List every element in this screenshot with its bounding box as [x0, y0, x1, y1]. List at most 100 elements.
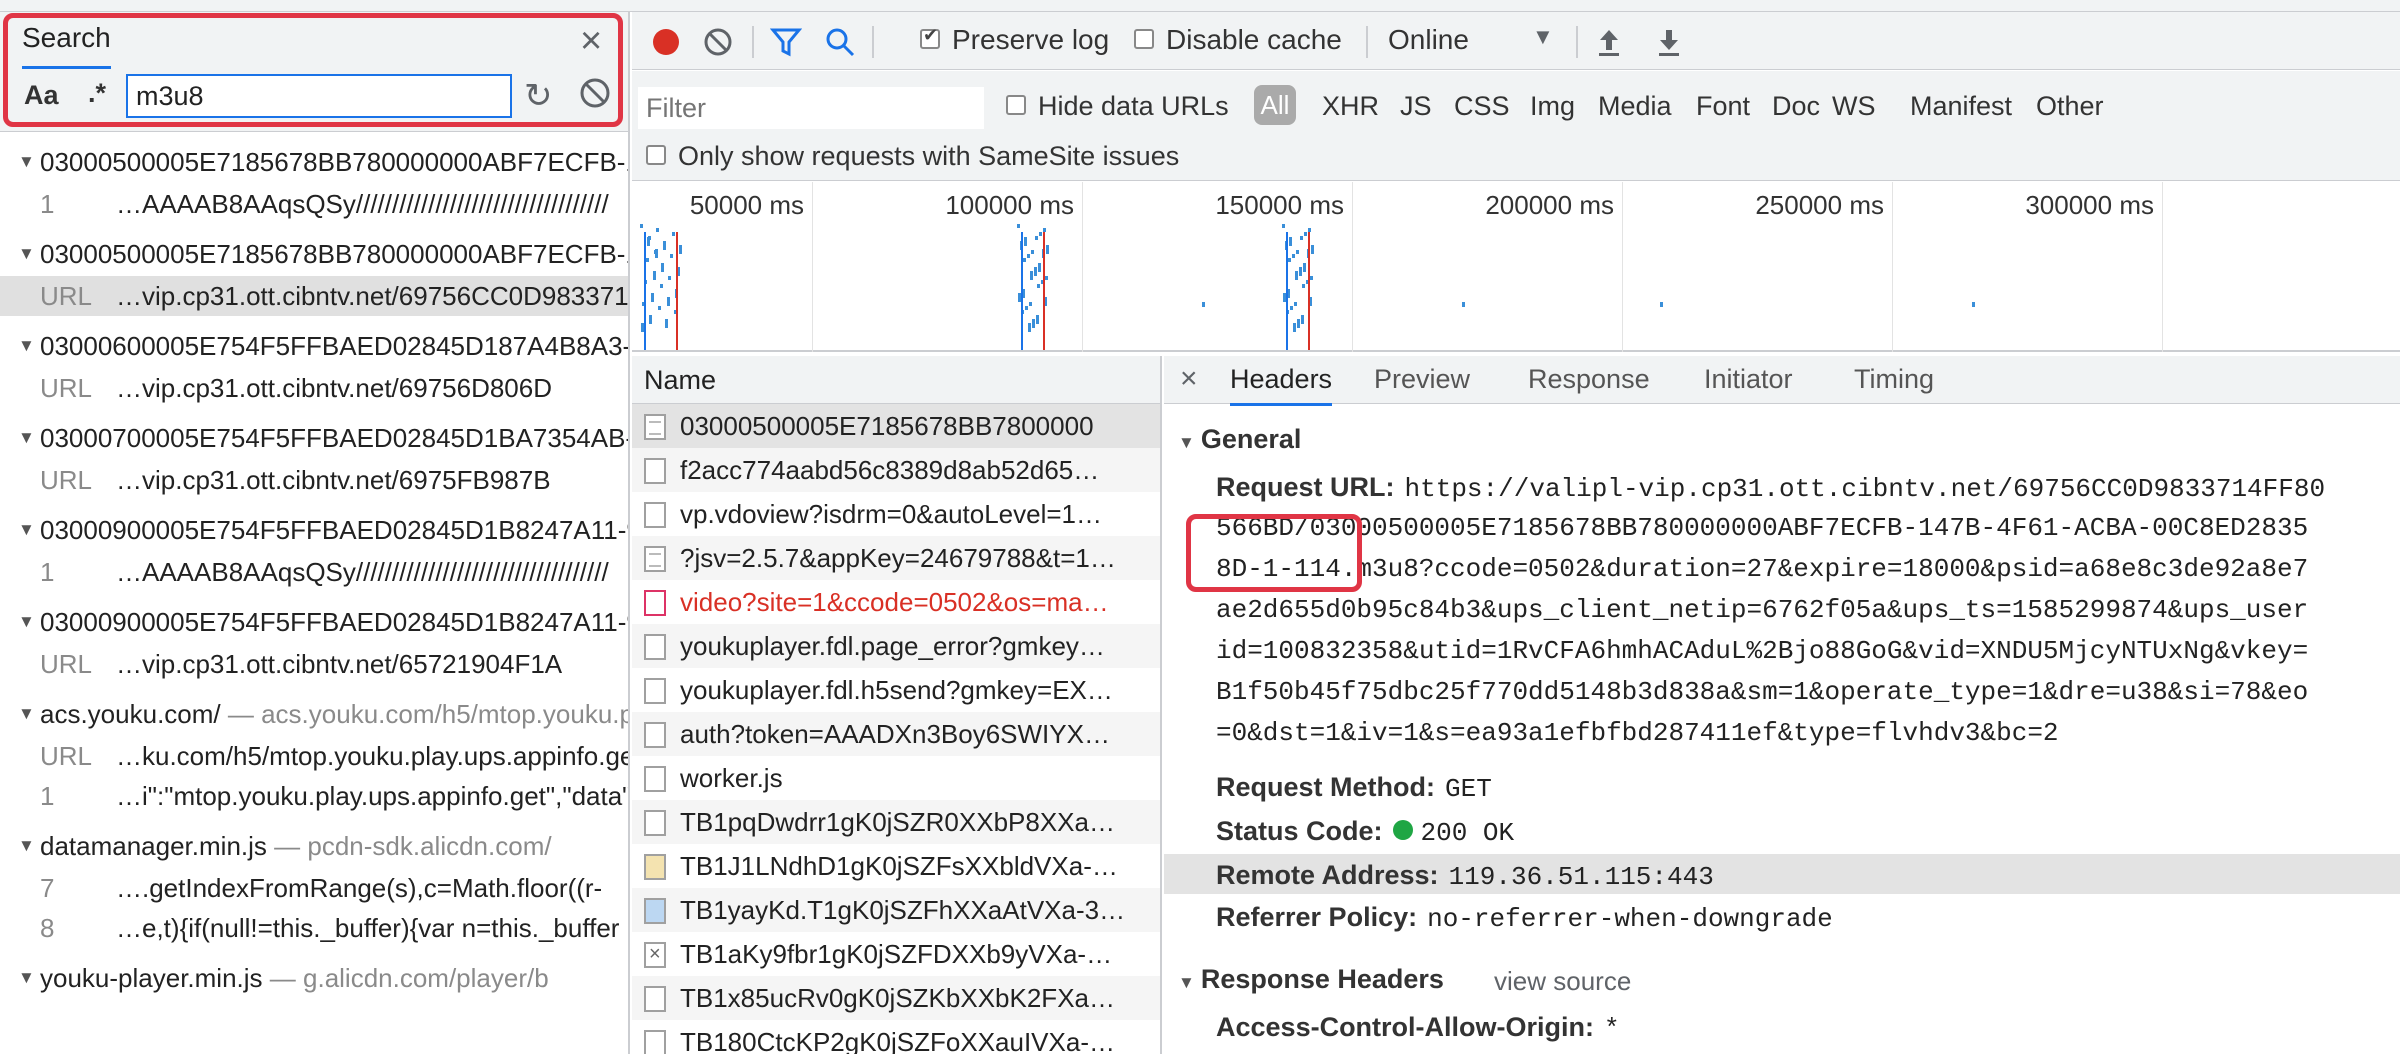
search-result-match[interactable]: URL …vip.cp31.ott.cibntv.net/69756D806D	[0, 368, 628, 408]
clear-log-icon[interactable]	[702, 26, 734, 58]
timeline-dcl-marker	[1021, 232, 1023, 350]
request-row[interactable]: auth?token=AAADXn3Boy6SWIYX…	[632, 712, 1160, 756]
request-row[interactable]: TB1pqDwdrr1gK0jSZR0XXbP8XXa…	[632, 800, 1160, 844]
tab-initiator[interactable]: Initiator	[1704, 364, 1793, 395]
type-filter-doc[interactable]: Doc	[1772, 91, 1820, 122]
request-row[interactable]: youkuplayer.fdl.page_error?gmkey…	[632, 624, 1160, 668]
view-source-link[interactable]: view source	[1494, 966, 1631, 997]
request-row[interactable]: TB1yayKd.T1gK0jSZFhXXaAtVXa-3…	[632, 888, 1160, 932]
triangle-down-icon: ▼	[18, 968, 35, 987]
status-code-value: 200 OK	[1420, 818, 1515, 848]
search-result-file[interactable]: ▼ 03000500005E7185678BB780000000ABF7ECFB-…	[0, 232, 628, 276]
search-result-file[interactable]: ▼ 03000900005E754F5FFBAED02845D1B8247A11-…	[0, 508, 630, 552]
search-result-match[interactable]: URL …vip.cp31.ott.cibntv.net/65721904F1A	[0, 644, 628, 684]
filter-input[interactable]	[638, 87, 984, 129]
request-row[interactable]: TB1x85ucRv0gK0jSZKbXXbK2FXa…	[632, 976, 1160, 1020]
samesite-checkbox[interactable]: Only show requests with SameSite issues	[646, 141, 1179, 172]
search-result-file[interactable]: ▼ 03000700005E754F5FFBAED02845D1BA7354AB-…	[0, 416, 628, 460]
toolbar-divider	[872, 26, 874, 58]
type-filter-css[interactable]: CSS	[1454, 91, 1510, 122]
response-headers-section-header[interactable]: ▼ Response Headers	[1178, 964, 1444, 995]
tab-response[interactable]: Response	[1528, 364, 1650, 395]
search-icon[interactable]	[824, 26, 856, 58]
timeline-activity-mark	[1659, 302, 1663, 307]
search-result-match[interactable]: 1 …i":"mtop.youku.play.ups.appinfo.get","…	[0, 776, 628, 816]
type-filter-all[interactable]: All	[1254, 85, 1296, 125]
type-filter-font[interactable]: Font	[1696, 91, 1750, 122]
request-row[interactable]: TB1J1LNdhD1gK0jSZFsXXbldVXa-…	[632, 844, 1160, 888]
triangle-down-icon: ▼	[18, 612, 35, 631]
record-icon[interactable]	[650, 26, 682, 58]
result-file-name: 03000600005E754F5FFBAED02845D187A4B8A3-7…	[40, 331, 630, 361]
request-name: youkuplayer.fdl.page_error?gmkey…	[680, 631, 1105, 661]
request-name: 03000500005E7185678BB7800000	[680, 411, 1094, 441]
timeline-activity-mark	[1035, 236, 1038, 240]
chevron-down-icon[interactable]: ▼	[1532, 24, 1554, 50]
file-icon	[644, 502, 666, 528]
type-filter-other[interactable]: Other	[2036, 91, 2104, 122]
hide-data-urls-checkbox[interactable]: Hide data URLs	[1006, 91, 1229, 122]
request-row[interactable]: TB180CtcKP2gK0jSZFoXXauIVXa-…	[632, 1020, 1160, 1054]
request-row[interactable]: youkuplayer.fdl.h5send?gmkey=EX…	[632, 668, 1160, 712]
preserve-log-checkbox[interactable]: Preserve log	[920, 24, 1109, 56]
triangle-down-icon: ▼	[1178, 433, 1195, 452]
disable-cache-checkbox[interactable]: Disable cache	[1134, 24, 1342, 56]
search-result-match[interactable]: 1 …AAAAB8AAqsQSy/////////////////////////…	[0, 184, 628, 224]
timeline-activity-mark	[1294, 302, 1297, 306]
type-filter-js[interactable]: JS	[1400, 91, 1432, 122]
timeline-dcl-marker	[1286, 232, 1288, 350]
file-icon	[644, 414, 666, 440]
result-file-name: 03000900005E754F5FFBAED02845D1B8247A11-9…	[40, 515, 630, 545]
search-result-match[interactable]: URL …vip.cp31.ott.cibntv.net/6975FB987B	[0, 460, 628, 500]
request-row[interactable]: video?site=1&ccode=0502&os=ma…	[632, 580, 1160, 624]
request-name: f2acc774aabd56c8389d8ab52d65…	[680, 455, 1100, 485]
search-result-match[interactable]: 1 …AAAAB8AAqsQSy/////////////////////////…	[0, 552, 628, 592]
file-icon	[644, 634, 666, 660]
name-column-header[interactable]: Name	[632, 356, 1160, 404]
result-file-name: datamanager.min.js	[40, 831, 267, 861]
upload-icon[interactable]	[1594, 26, 1624, 58]
search-result-file[interactable]: ▼ datamanager.min.js — pcdn-sdk.alicdn.co…	[0, 824, 628, 868]
filter-icon[interactable]	[770, 26, 802, 58]
request-rows: 03000500005E7185678BB7800000 f2acc774aabd…	[632, 404, 1160, 1054]
search-result-file[interactable]: ▼ 03000500005E7185678BB780000000ABF7ECFB-…	[0, 140, 628, 184]
request-name: video?site=1&ccode=0502&os=ma…	[680, 587, 1109, 617]
type-filter-manifest[interactable]: Manifest	[1910, 91, 2012, 122]
request-row[interactable]: ?jsv=2.5.7&appKey=24679788&t=1…	[632, 536, 1160, 580]
close-details-icon[interactable]: ×	[1180, 362, 1198, 396]
type-filter-img[interactable]: Img	[1530, 91, 1575, 122]
search-result-file[interactable]: ▼ acs.youku.com/ — acs.youku.com/h5/mtop.…	[0, 692, 628, 736]
request-row[interactable]: TB1aKy9fbr1gK0jSZFDXXb9yVXa-…	[632, 932, 1160, 976]
search-result-file[interactable]: ▼ youku-player.min.js — g.alicdn.com/play…	[0, 956, 628, 1000]
triangle-down-icon: ▼	[18, 244, 35, 263]
request-row[interactable]: f2acc774aabd56c8389d8ab52d65…	[632, 448, 1160, 492]
type-filter-xhr[interactable]: XHR	[1322, 91, 1379, 122]
type-filter-ws[interactable]: WS	[1832, 91, 1876, 122]
request-url-line: 566BD/03000500005E7185678BB780000000ABF7…	[1216, 513, 2309, 543]
file-icon	[644, 986, 666, 1012]
request-row[interactable]: 03000500005E7185678BB7800000	[632, 404, 1160, 448]
tab-timing[interactable]: Timing	[1854, 364, 1934, 395]
timeline-gridline	[2162, 182, 2163, 352]
download-icon[interactable]	[1654, 26, 1684, 58]
file-icon	[644, 932, 666, 976]
tab-preview[interactable]: Preview	[1374, 364, 1470, 395]
match-text: …vip.cp31.ott.cibntv.net/69756CC0D983371…	[116, 281, 629, 311]
type-filter-media[interactable]: Media	[1598, 91, 1672, 122]
request-url-line: B1f50b45f75dbc25f770dd5148b3d838a&sm=1&o…	[1216, 677, 2309, 707]
tab-headers[interactable]: Headers	[1230, 364, 1333, 406]
network-panel: Preserve log Disable cache Online ▼ Hide…	[632, 12, 2400, 1054]
general-section-header[interactable]: ▼ General	[1178, 424, 1301, 455]
search-result-match[interactable]: 7 ….getIndexFromRange(s),c=Math.floor((r-	[0, 868, 628, 908]
request-row[interactable]: vp.vdoview?isdrm=0&autoLevel=1…	[632, 492, 1160, 536]
search-result-match[interactable]: URL …vip.cp31.ott.cibntv.net/69756CC0D983…	[0, 276, 629, 316]
timeline-activity-mark	[667, 297, 670, 306]
search-result-match[interactable]: 8 …e,t){if(null!=this._buffer){var n=this…	[0, 908, 628, 948]
request-row[interactable]: worker.js	[632, 756, 1160, 800]
timeline-activity-mark	[648, 236, 651, 240]
timeline-overview[interactable]: 50000 ms 100000 ms 150000 ms 200000 ms 25000…	[632, 182, 2400, 352]
search-result-match[interactable]: URL …ku.com/h5/mtop.youku.play.ups.appinf…	[0, 736, 628, 776]
search-result-file[interactable]: ▼ 03000600005E754F5FFBAED02845D187A4B8A3-…	[0, 324, 630, 368]
search-result-file[interactable]: ▼ 03000900005E754F5FFBAED02845D1B8247A11-…	[0, 600, 628, 644]
throttle-select[interactable]: Online	[1388, 24, 1469, 56]
